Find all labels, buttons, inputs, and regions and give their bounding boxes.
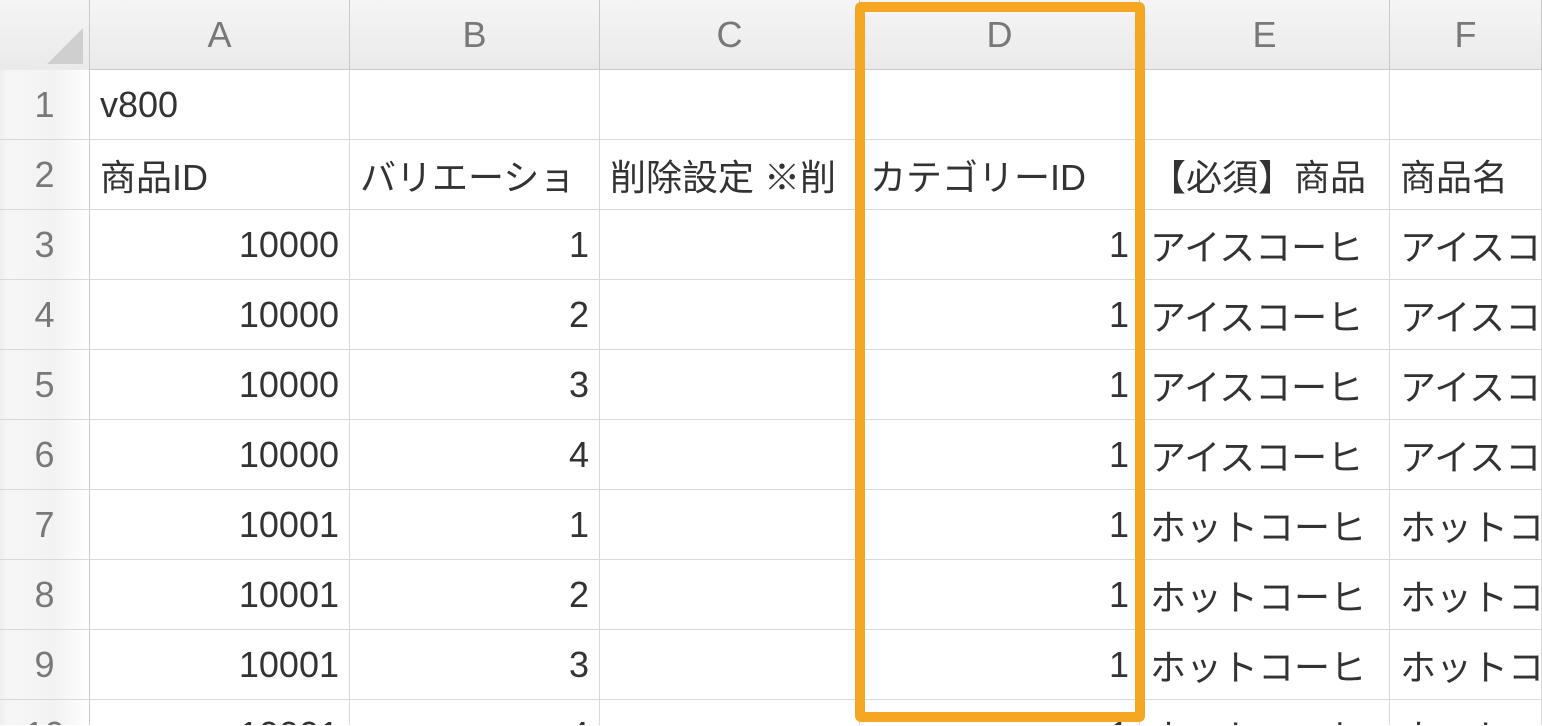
cell-F5[interactable]: アイスコ — [1390, 350, 1542, 420]
row-header-2[interactable]: 2 — [0, 140, 90, 210]
row-header-6[interactable]: 6 — [0, 420, 90, 490]
cell-C7[interactable] — [600, 490, 860, 560]
cell-C3[interactable] — [600, 210, 860, 280]
column-header-A[interactable]: A — [90, 0, 350, 70]
cell-D2[interactable]: カテゴリーID — [860, 140, 1140, 210]
cell-A9[interactable]: 10001 — [90, 630, 350, 700]
cell-E9[interactable]: ホットコーヒ — [1140, 630, 1390, 700]
row-6: 6 10000 4 1 アイスコーヒ アイスコ — [0, 420, 1542, 490]
cell-C2[interactable]: 削除設定 ※削 — [600, 140, 860, 210]
cell-A8[interactable]: 10001 — [90, 560, 350, 630]
row-header-8[interactable]: 8 — [0, 560, 90, 630]
column-header-row: A B C D E F — [0, 0, 1542, 70]
cell-F3[interactable]: アイスコ — [1390, 210, 1542, 280]
cell-C1[interactable] — [600, 70, 860, 140]
cell-B8[interactable]: 2 — [350, 560, 600, 630]
row-1: 1 v800 — [0, 70, 1542, 140]
row-4: 4 10000 2 1 アイスコーヒ アイスコ — [0, 280, 1542, 350]
row-2: 2 商品ID バリエーショ 削除設定 ※削 カテゴリーID 【必須】商品 商品名 — [0, 140, 1542, 210]
cell-C5[interactable] — [600, 350, 860, 420]
column-header-F[interactable]: F — [1390, 0, 1542, 70]
cell-F7[interactable]: ホットコ — [1390, 490, 1542, 560]
cell-B9[interactable]: 3 — [350, 630, 600, 700]
cell-D10[interactable]: 1 — [860, 700, 1140, 725]
column-header-C[interactable]: C — [600, 0, 860, 70]
row-header-4[interactable]: 4 — [0, 280, 90, 350]
row-header-1[interactable]: 1 — [0, 70, 90, 140]
cell-A5[interactable]: 10000 — [90, 350, 350, 420]
cell-D6[interactable]: 1 — [860, 420, 1140, 490]
cell-B6[interactable]: 4 — [350, 420, 600, 490]
cell-C4[interactable] — [600, 280, 860, 350]
cell-B2[interactable]: バリエーショ — [350, 140, 600, 210]
cell-D7[interactable]: 1 — [860, 490, 1140, 560]
cell-F9[interactable]: ホットコ — [1390, 630, 1542, 700]
cell-E8[interactable]: ホットコーヒ — [1140, 560, 1390, 630]
cell-E2[interactable]: 【必須】商品 — [1140, 140, 1390, 210]
cell-B1[interactable] — [350, 70, 600, 140]
cell-B3[interactable]: 1 — [350, 210, 600, 280]
cell-E7[interactable]: ホットコーヒ — [1140, 490, 1390, 560]
row-7: 7 10001 1 1 ホットコーヒ ホットコ — [0, 490, 1542, 560]
cell-F6[interactable]: アイスコ — [1390, 420, 1542, 490]
cell-A2[interactable]: 商品ID — [90, 140, 350, 210]
cell-E10[interactable]: ホットコーヒ — [1140, 700, 1390, 725]
cell-F2[interactable]: 商品名 — [1390, 140, 1542, 210]
column-header-D[interactable]: D — [860, 0, 1140, 70]
cell-A6[interactable]: 10000 — [90, 420, 350, 490]
column-header-E[interactable]: E — [1140, 0, 1390, 70]
cell-A7[interactable]: 10001 — [90, 490, 350, 560]
row-header-5[interactable]: 5 — [0, 350, 90, 420]
cell-C10[interactable] — [600, 700, 860, 725]
cell-B10[interactable]: 4 — [350, 700, 600, 725]
cell-E3[interactable]: アイスコーヒ — [1140, 210, 1390, 280]
cell-A10[interactable]: 10001 — [90, 700, 350, 725]
cell-A3[interactable]: 10000 — [90, 210, 350, 280]
cell-C6[interactable] — [600, 420, 860, 490]
column-header-B[interactable]: B — [350, 0, 600, 70]
cell-E4[interactable]: アイスコーヒ — [1140, 280, 1390, 350]
row-9: 9 10001 3 1 ホットコーヒ ホットコ — [0, 630, 1542, 700]
cell-F4[interactable]: アイスコ — [1390, 280, 1542, 350]
row-header-7[interactable]: 7 — [0, 490, 90, 560]
cell-D8[interactable]: 1 — [860, 560, 1140, 630]
cell-E1[interactable] — [1140, 70, 1390, 140]
row-8: 8 10001 2 1 ホットコーヒ ホットコ — [0, 560, 1542, 630]
cell-D4[interactable]: 1 — [860, 280, 1140, 350]
row-header-10[interactable]: 10 — [0, 700, 90, 725]
cell-A4[interactable]: 10000 — [90, 280, 350, 350]
cell-C9[interactable] — [600, 630, 860, 700]
cell-D5[interactable]: 1 — [860, 350, 1140, 420]
row-5: 5 10000 3 1 アイスコーヒ アイスコ — [0, 350, 1542, 420]
cell-B7[interactable]: 1 — [350, 490, 600, 560]
cell-E6[interactable]: アイスコーヒ — [1140, 420, 1390, 490]
select-all-corner[interactable] — [0, 0, 90, 70]
cell-E5[interactable]: アイスコーヒ — [1140, 350, 1390, 420]
row-10: 10 10001 4 1 ホットコーヒ ホットコ — [0, 700, 1542, 725]
cell-B5[interactable]: 3 — [350, 350, 600, 420]
spreadsheet: A B C D E F 1 v800 2 商品ID バリエーショ 削除設定 ※削… — [0, 0, 1542, 726]
cell-D9[interactable]: 1 — [860, 630, 1140, 700]
cell-C8[interactable] — [600, 560, 860, 630]
select-all-triangle-icon — [47, 28, 83, 64]
cell-D3[interactable]: 1 — [860, 210, 1140, 280]
row-header-9[interactable]: 9 — [0, 630, 90, 700]
cell-A1[interactable]: v800 — [90, 70, 350, 140]
row-header-3[interactable]: 3 — [0, 210, 90, 280]
row-3: 3 10000 1 1 アイスコーヒ アイスコ — [0, 210, 1542, 280]
cell-B4[interactable]: 2 — [350, 280, 600, 350]
cell-F10[interactable]: ホットコ — [1390, 700, 1542, 725]
cell-D1[interactable] — [860, 70, 1140, 140]
cell-F8[interactable]: ホットコ — [1390, 560, 1542, 630]
cell-F1[interactable] — [1390, 70, 1542, 140]
